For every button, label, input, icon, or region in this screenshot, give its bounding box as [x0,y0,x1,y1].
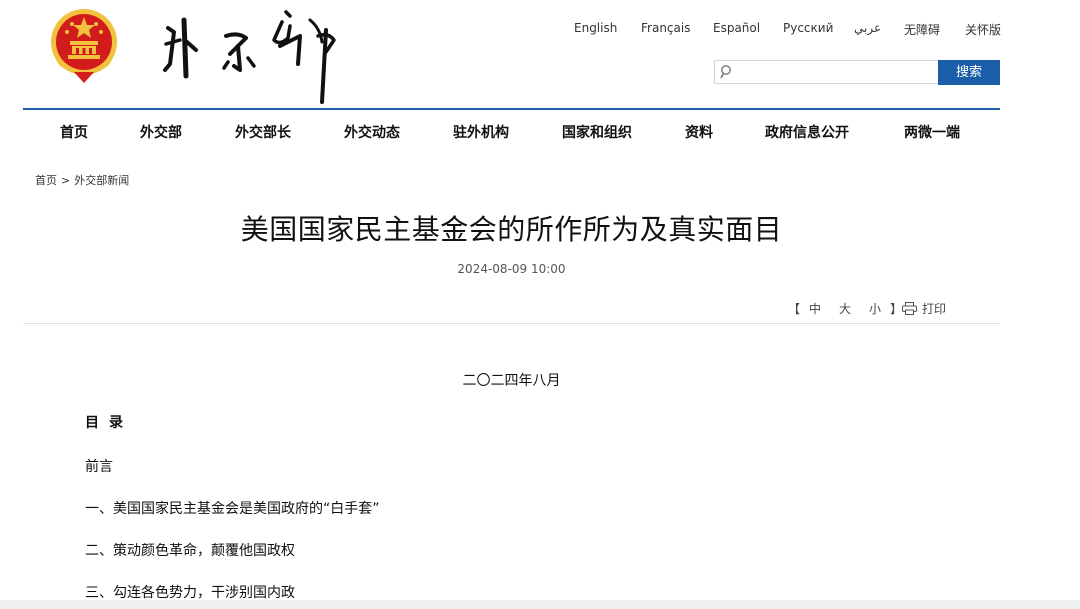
font-size-bracket-open: 【 [788,302,801,316]
printer-icon [902,302,917,315]
accessibility-link[interactable]: 无障碍 [904,21,940,38]
article-date: 2024-08-09 10:00 [457,262,566,276]
toc-item-1: 一、美国国家民主基金会是美国政府的“白手套” [85,501,380,517]
lang-english-link[interactable]: English [574,21,617,35]
print-label: 打印 [922,302,947,316]
toc-heading: 目录 [85,415,133,431]
nav-item-resources[interactable]: 资料 [685,122,713,142]
nav-item-missions-abroad[interactable]: 驻外机构 [453,122,509,142]
toc-item-2: 二、策动颜色革命，颠覆他国政权 [85,543,295,559]
ministry-calligraphy-logo [163,10,336,104]
font-size-bracket-close: 】 [890,302,903,316]
breadcrumb-home-link[interactable]: 首页 [35,174,57,187]
toc-item-3: 三、勾连各色势力，干涉别国内政 [85,585,295,601]
font-size-small-button[interactable]: 小 [869,302,881,316]
language-bar: English Français Español Русский عربي 无障… [560,21,1001,39]
nav-item-countries-organizations[interactable]: 国家和组织 [562,122,632,142]
main-nav: 首页 外交部 外交部长 外交动态 驻外机构 国家和组织 资料 政府信息公开 两微… [23,110,1000,154]
nav-item-minister[interactable]: 外交部长 [235,122,291,142]
article-title: 美国国家民主基金会的所作所为及真实面目 [240,213,783,246]
lang-russian-link[interactable]: Русский [783,21,833,35]
lang-french-link[interactable]: Français [641,21,690,35]
toc-item-preface: 前言 [85,459,113,475]
search-input[interactable] [714,60,938,84]
print-button[interactable]: 打印 [902,300,946,317]
article-subdate: 二〇二四年八月 [462,373,561,389]
nav-item-ministry[interactable]: 外交部 [140,122,182,142]
font-size-switcher: 【中 大 小】 [788,300,902,317]
search-button[interactable]: 搜索 [938,60,1000,85]
lang-arabic-link[interactable]: عربي [854,21,881,35]
national-emblem-icon [51,9,117,83]
font-size-large-button[interactable]: 大 [839,302,851,316]
page-margin-right [1000,0,1080,609]
breadcrumb-separator: > [61,174,71,187]
breadcrumb: 首页 > 外交部新闻 [35,172,129,188]
nav-item-home[interactable]: 首页 [60,122,88,142]
font-size-medium-button[interactable]: 中 [809,302,821,316]
care-mode-link[interactable]: 关怀版 [965,21,1001,38]
nav-item-weibo-wechat-app[interactable]: 两微一端 [904,122,960,142]
nav-item-government-information[interactable]: 政府信息公开 [765,122,849,142]
breadcrumb-section-link[interactable]: 外交部新闻 [74,174,129,187]
content-divider [23,323,1000,324]
lang-spanish-link[interactable]: Español [713,21,760,35]
search-icon [720,65,731,79]
nav-item-diplomatic-news[interactable]: 外交动态 [344,122,400,142]
